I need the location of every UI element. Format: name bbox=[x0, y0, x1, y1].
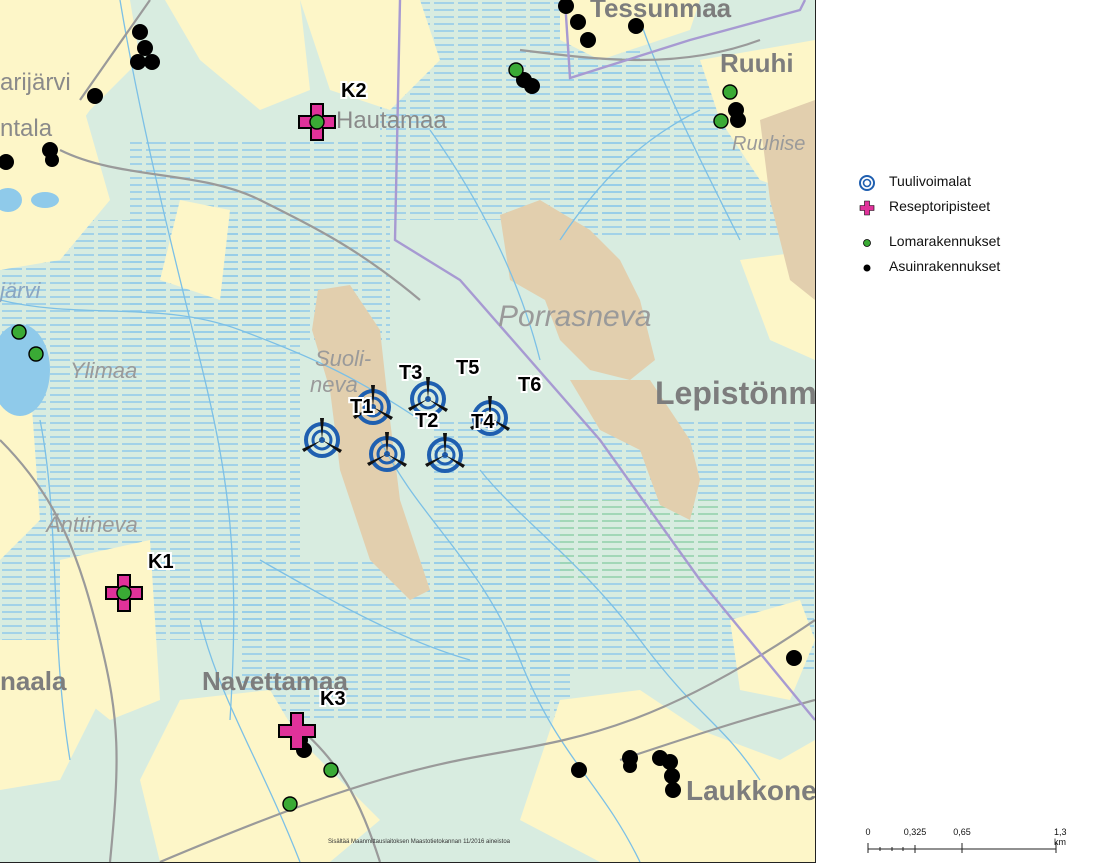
residential-building bbox=[571, 762, 587, 778]
place-label-naala: naala bbox=[0, 666, 67, 696]
place-label-laukkone: Laukkone bbox=[686, 775, 815, 806]
scale-bar-line bbox=[867, 843, 1057, 853]
holiday-building bbox=[323, 762, 339, 778]
residential-building bbox=[570, 14, 586, 30]
place-label-suolineva-1: Suoli- bbox=[315, 346, 371, 371]
turbine-label: T1 bbox=[350, 396, 373, 418]
legend-item-wind-turbines: Tuulivoimalat bbox=[855, 170, 1095, 195]
map-canvas[interactable]: Tessunmaa Ruuhi arijärvi ntala Hautamaa … bbox=[0, 0, 815, 862]
holiday-building bbox=[11, 324, 27, 340]
residential-building bbox=[628, 18, 644, 34]
residential-building bbox=[137, 40, 153, 56]
place-label-tessunmaa: Tessunmaa bbox=[590, 0, 732, 23]
residential-building bbox=[662, 754, 678, 770]
legend-item-holiday-buildings: Lomarakennukset bbox=[855, 230, 1095, 255]
data-source-credit: Sisältää Maanmittauslaitoksen Maastotiet… bbox=[328, 839, 511, 845]
map-legend: Tuulivoimalat Reseptoripisteet Lomaraken… bbox=[855, 170, 1095, 280]
residential-building bbox=[665, 782, 681, 798]
turbine-label: T3 bbox=[399, 362, 422, 384]
holiday-building bbox=[508, 62, 524, 78]
legend-label: Reseptoripisteet bbox=[889, 198, 991, 214]
place-label-suolineva-2: neva bbox=[310, 372, 358, 397]
residential-building bbox=[786, 650, 802, 666]
wind-turbine-target-icon bbox=[859, 175, 875, 191]
map-frame[interactable]: Tessunmaa Ruuhi arijärvi ntala Hautamaa … bbox=[0, 0, 816, 863]
holiday-building bbox=[282, 796, 298, 812]
holiday-building bbox=[722, 84, 738, 100]
place-label-ntala: ntala bbox=[0, 115, 53, 142]
receptor-label: K3 bbox=[320, 688, 346, 710]
residential-building bbox=[45, 153, 59, 167]
legend-item-receptor-points: Reseptoripisteet bbox=[855, 195, 1095, 220]
place-label-porrasneva: Porrasneva bbox=[498, 300, 651, 333]
legend-label: Lomarakennukset bbox=[889, 233, 1001, 249]
place-label-ruuhise: Ruuhise bbox=[732, 133, 805, 155]
residential-building bbox=[730, 112, 746, 128]
residential-building bbox=[524, 78, 540, 94]
turbine-label: T5 bbox=[456, 357, 479, 379]
place-label-ylimaa: Ylimaa bbox=[70, 358, 137, 383]
residential-building bbox=[130, 54, 146, 70]
place-label-lepistonm: Lepistönm bbox=[655, 375, 815, 411]
holiday-building bbox=[713, 113, 729, 129]
residential-building bbox=[132, 24, 148, 40]
residential-building bbox=[664, 768, 680, 784]
turbine-label: T6 bbox=[518, 374, 541, 396]
receptor-label: K1 bbox=[148, 551, 174, 573]
residential-building bbox=[144, 54, 160, 70]
residential-building bbox=[580, 32, 596, 48]
scale-bar: 0 0,325 0,65 1,3 km bbox=[865, 827, 1081, 857]
place-label-ruuhi: Ruuhi bbox=[720, 48, 794, 78]
turbine-label: T2 bbox=[415, 410, 438, 432]
place-label-hautamaa: Hautamaa bbox=[336, 107, 447, 134]
residential-building bbox=[623, 759, 637, 773]
holiday-building bbox=[28, 346, 44, 362]
place-label-arijarvi: arijärvi bbox=[0, 69, 71, 96]
place-label-jarvi: järvi bbox=[0, 278, 41, 303]
receptor-label: K2 bbox=[341, 80, 367, 102]
pink-cross-icon bbox=[859, 200, 875, 216]
black-dot-icon bbox=[863, 264, 871, 272]
place-label-anttineva: Änttineva bbox=[45, 512, 138, 537]
legend-label: Asuinrakennukset bbox=[889, 258, 1001, 274]
legend-label: Tuulivoimalat bbox=[889, 173, 971, 189]
green-dot-icon bbox=[863, 239, 871, 247]
turbine-label: T4 bbox=[471, 411, 495, 433]
residential-building bbox=[87, 88, 103, 104]
legend-item-residential-buildings: Asuinrakennukset bbox=[855, 255, 1095, 280]
